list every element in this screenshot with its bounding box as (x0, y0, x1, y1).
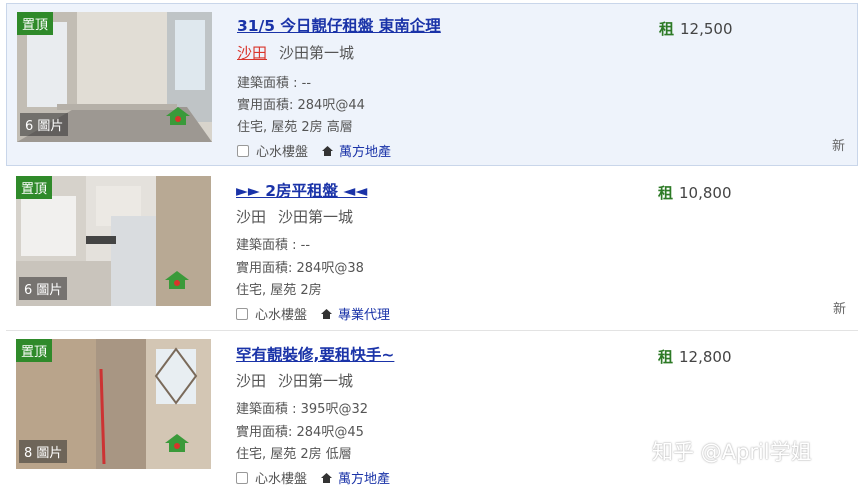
listing-photo[interactable]: 置頂 6 圖片 (17, 12, 212, 142)
new-tag: 新 (832, 302, 846, 317)
price-value: 10,800 (679, 184, 732, 202)
new-tag: 新 (831, 139, 845, 154)
listing-location: 沙田 沙田第一城 (236, 206, 353, 227)
agency-watermark-icon (165, 434, 189, 452)
agency-link[interactable]: 專業代理 (338, 304, 390, 323)
estate-name: 沙田第一城 (279, 44, 355, 62)
price-value: 12,500 (680, 20, 733, 38)
rent-price: 租 12,500 (659, 18, 733, 39)
listing-location: 沙田 沙田第一城 (237, 42, 354, 63)
pinned-badge: 置頂 (16, 176, 53, 199)
favorite-label: 心水樓盤 (256, 145, 309, 160)
listing-title-link[interactable]: 罕有靚裝修,要租快手~ (236, 343, 394, 365)
rent-label: 租 (659, 20, 675, 38)
photo-count: 6 圖片 (19, 277, 68, 300)
zhihu-watermark: 知乎 @April学姐 (652, 440, 812, 464)
favorite-checkbox[interactable] (236, 471, 248, 484)
agency-watermark-icon (166, 107, 190, 125)
estate-name: 沙田第一城 (278, 208, 354, 226)
pinned-badge: 置頂 (17, 12, 54, 35)
district-link[interactable]: 沙田 (236, 372, 266, 390)
listing-card[interactable]: 置頂 6 圖片 ►► 2房平租盤 ◄◄ 沙田 沙田第一城 建築面積 : -- 實用… (6, 168, 858, 328)
favorite-label: 心水樓盤 (255, 308, 308, 323)
property-details: 住宅, 屋苑 2房 高層 (237, 120, 353, 135)
estate-name: 沙田第一城 (278, 372, 354, 390)
property-details: 住宅, 屋苑 2房 (236, 283, 322, 298)
agency-link[interactable]: 萬方地產 (338, 468, 390, 487)
home-icon (321, 472, 333, 483)
listing-card[interactable]: 置頂 6 圖片 31/5 今日靚仔租盤 東南企理 沙田 沙田第一城 建築面積 : … (6, 3, 858, 166)
rent-label: 租 (658, 348, 674, 366)
listing-title-link[interactable]: 31/5 今日靚仔租盤 東南企理 (237, 14, 441, 36)
photo-count: 6 圖片 (20, 113, 69, 136)
favorite-checkbox[interactable] (237, 144, 249, 157)
agency-link[interactable]: 萬方地產 (339, 141, 391, 160)
listing-actions: 心水樓盤 萬方地產 (236, 468, 390, 487)
favorite-checkbox[interactable] (236, 307, 248, 320)
gross-area: 建築面積 : -- (237, 76, 312, 91)
home-icon (321, 308, 333, 319)
rent-label: 租 (658, 184, 674, 202)
property-details: 住宅, 屋苑 2房 低層 (236, 447, 352, 462)
listing-actions: 心水樓盤 專業代理 (236, 304, 390, 323)
home-icon (322, 145, 334, 156)
saleable-area: 實用面積: 284呎@45 (236, 425, 364, 440)
price-value: 12,800 (679, 348, 732, 366)
listing-photo[interactable]: 置頂 8 圖片 (16, 339, 211, 469)
pinned-badge: 置頂 (16, 339, 53, 362)
rent-price: 租 10,800 (658, 182, 732, 203)
listing-photo[interactable]: 置頂 6 圖片 (16, 176, 211, 306)
saleable-area: 實用面積: 284呎@44 (237, 98, 365, 113)
agency-watermark-icon (165, 271, 189, 289)
listing-divider (6, 330, 858, 331)
photo-count: 8 圖片 (19, 440, 68, 463)
listing-location: 沙田 沙田第一城 (236, 370, 353, 391)
favorite-label: 心水樓盤 (255, 472, 308, 487)
gross-area: 建築面積 : 395呎@32 (236, 402, 368, 417)
district-link[interactable]: 沙田 (237, 44, 267, 62)
listing-actions: 心水樓盤 萬方地產 (237, 141, 391, 160)
listing-title-link[interactable]: ►► 2房平租盤 ◄◄ (236, 179, 367, 201)
district-link[interactable]: 沙田 (236, 208, 266, 226)
saleable-area: 實用面積: 284呎@38 (236, 261, 364, 276)
rent-price: 租 12,800 (658, 346, 732, 367)
gross-area: 建築面積 : -- (236, 238, 311, 253)
